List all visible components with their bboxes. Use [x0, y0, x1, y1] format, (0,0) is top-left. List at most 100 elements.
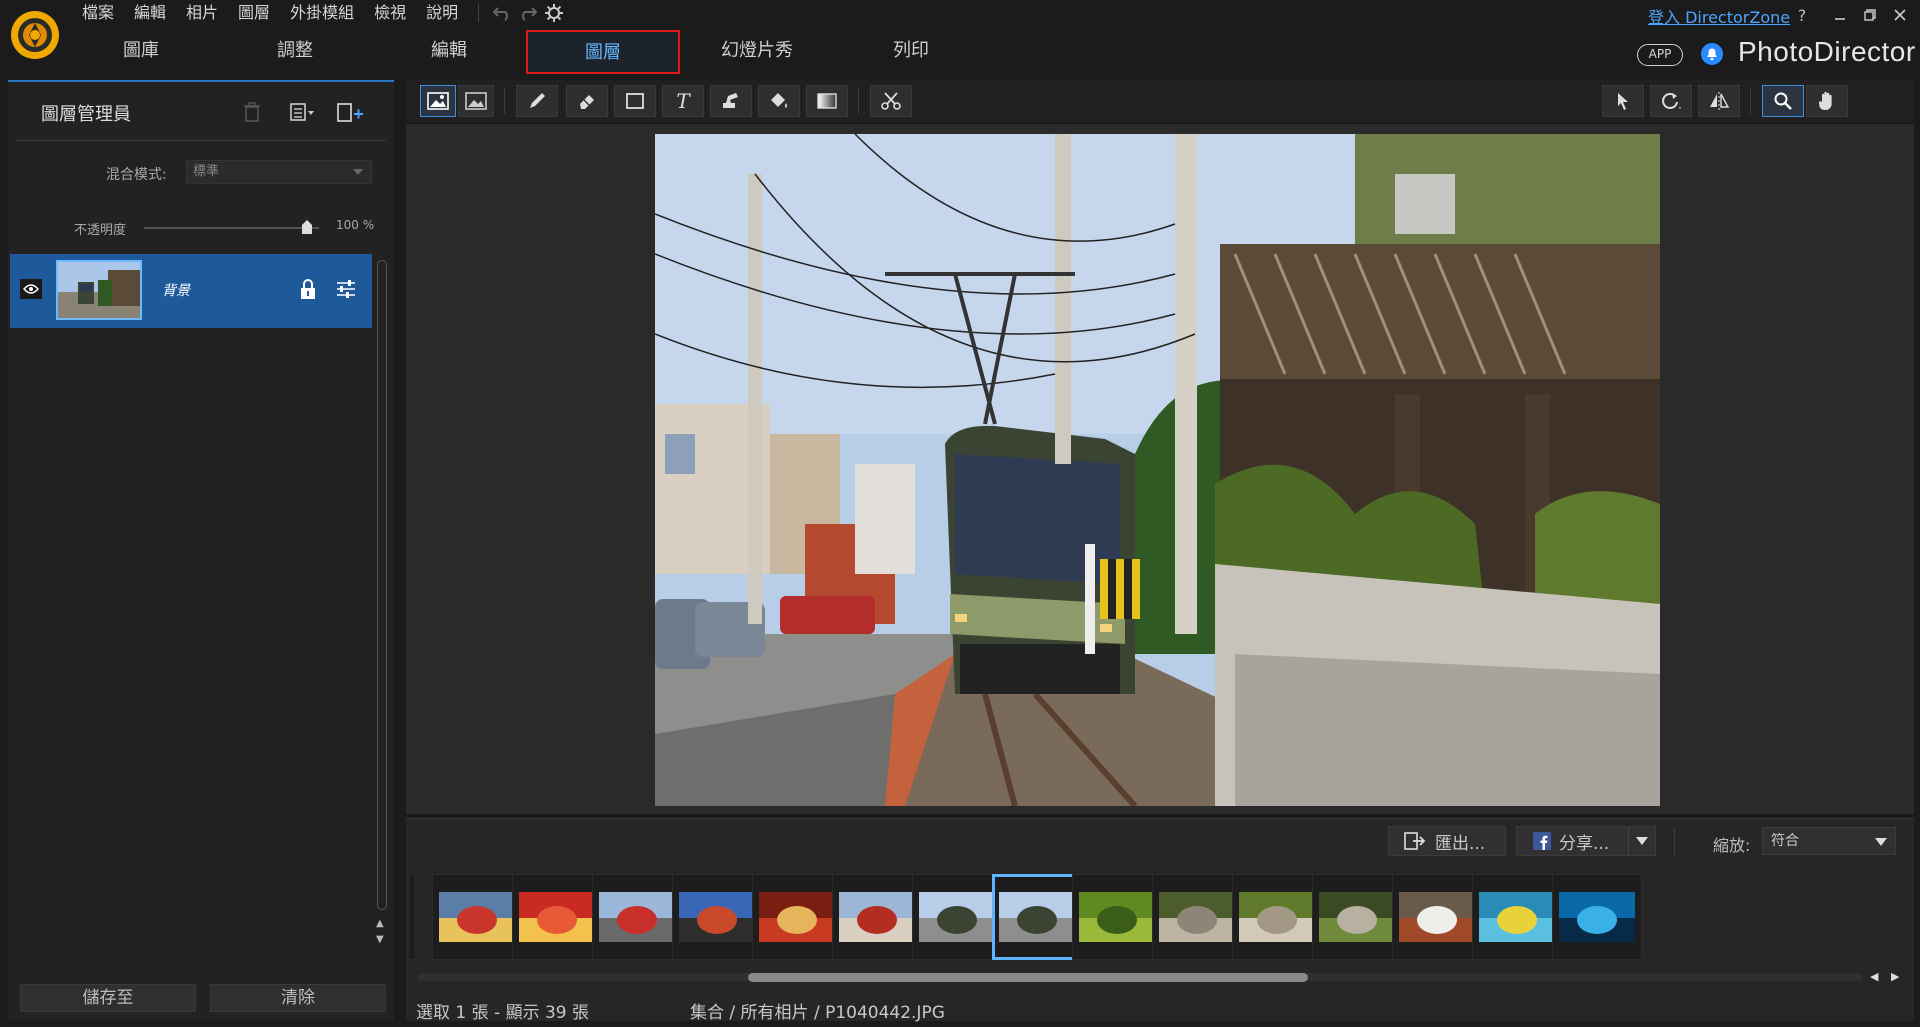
save-to-button[interactable]: 儲存至: [20, 984, 196, 1012]
brush-icon[interactable]: [516, 85, 558, 117]
menu-layer[interactable]: 圖層: [228, 0, 280, 26]
eye-visibility-icon[interactable]: [20, 279, 42, 299]
close-icon[interactable]: [1886, 3, 1914, 27]
main-photo-tram[interactable]: [655, 134, 1660, 806]
chevron-down-icon: [1875, 838, 1887, 846]
filmstrip-thumbnail-green-moss[interactable]: [1072, 874, 1162, 960]
menu-photo[interactable]: 相片: [176, 0, 228, 26]
app-badge[interactable]: APP: [1637, 44, 1683, 66]
blend-mode-dropdown[interactable]: 標準: [186, 160, 372, 184]
filmstrip-thumbnail-stone-statue[interactable]: [1232, 874, 1322, 960]
filmstrip-thumbnail-stone-statues[interactable]: [1152, 874, 1242, 960]
tab-layers[interactable]: 圖層: [526, 30, 680, 74]
tab-library[interactable]: 圖庫: [64, 30, 218, 74]
cut-out-tool-icon[interactable]: [870, 85, 912, 117]
gradient-icon[interactable]: [806, 85, 848, 117]
filmstrip-thumbnail-shrine-plaques[interactable]: [752, 874, 842, 960]
thumbnail-image: [759, 892, 835, 942]
layer-settings-sliders-icon[interactable]: [334, 278, 358, 300]
opacity-number: 100: [336, 218, 359, 232]
scroll-down-icon[interactable]: ▼: [376, 934, 384, 945]
clone-stamp-icon[interactable]: [710, 85, 752, 117]
redo-icon[interactable]: [515, 0, 541, 26]
menu-help[interactable]: 說明: [416, 0, 468, 26]
layer-row[interactable]: 背景: [10, 254, 372, 328]
filmstrip-thumbnail[interactable]: [410, 874, 416, 960]
thumbnail-image: [1079, 892, 1155, 942]
filmstrip-thumbnail-dragon-float[interactable]: [432, 874, 522, 960]
menu-plugins[interactable]: 外掛模組: [280, 0, 364, 26]
app-logo: [10, 10, 60, 60]
tab-slideshow[interactable]: 幻燈片秀: [680, 30, 834, 74]
brand-title: PhotoDirector: [1738, 36, 1916, 67]
layer-view-icon[interactable]: [420, 85, 456, 117]
export-icon: [1403, 831, 1427, 851]
thumbnail-image: [1399, 892, 1475, 942]
scroll-up-icon[interactable]: ▲: [376, 918, 384, 929]
filmstrip-thumbnail-fish-school[interactable]: [1472, 874, 1562, 960]
scroll-right-icon[interactable]: ▶: [1891, 970, 1899, 983]
thumbnail-image: [999, 892, 1075, 942]
layer-toolbar: T: [406, 80, 1914, 122]
restore-icon[interactable]: [1856, 3, 1884, 27]
menu-bar: 檔案 編輯 相片 圖層 外掛模組 檢視 說明: [72, 0, 567, 26]
menu-edit[interactable]: 編輯: [124, 0, 176, 26]
rotate-icon[interactable]: [1650, 85, 1692, 117]
text-tool-icon[interactable]: T: [662, 85, 704, 117]
minimize-icon[interactable]: [1826, 3, 1854, 27]
fill-bucket-icon[interactable]: [758, 85, 800, 117]
thumbnail-image: [679, 892, 755, 942]
module-tabs: 圖庫 調整 編輯 圖層 幻燈片秀 列印: [64, 30, 988, 74]
export-button[interactable]: 匯出...: [1388, 826, 1506, 856]
filmstrip-scrollbar-thumb[interactable]: [748, 973, 1308, 982]
toolbar-divider: [858, 88, 859, 114]
image-view-icon[interactable]: [458, 85, 494, 117]
notification-bell-icon[interactable]: [1700, 42, 1724, 66]
filmstrip-thumbnail-tram-street[interactable]: [912, 874, 1002, 960]
thumbnail-image: [439, 892, 515, 942]
layer-name: 背景: [162, 283, 190, 299]
thumbnail-image: [1239, 892, 1315, 942]
filmstrip-thumbnail-temple-street[interactable]: [592, 874, 682, 960]
filmstrip-thumbnail-red-lanterns[interactable]: [512, 874, 602, 960]
thumbnail-image: [919, 892, 995, 942]
tab-edit[interactable]: 編輯: [372, 30, 526, 74]
opacity-slider-handle[interactable]: [302, 220, 312, 234]
clear-button[interactable]: 清除: [210, 984, 386, 1012]
flip-icon[interactable]: [1698, 85, 1740, 117]
lock-icon[interactable]: [298, 278, 318, 300]
filmstrip-thumbnail-potted-plants[interactable]: [1312, 874, 1402, 960]
menu-view[interactable]: 檢視: [364, 0, 416, 26]
filmstrip-thumbnail-white-dog[interactable]: [1392, 874, 1482, 960]
filmstrip-thumbnail-tram-crossing[interactable]: [992, 874, 1082, 960]
opacity-unit: %: [362, 218, 375, 232]
pan-hand-icon[interactable]: [1806, 85, 1848, 117]
select-pointer-icon[interactable]: [1602, 85, 1644, 117]
rectangle-select-icon[interactable]: [614, 85, 656, 117]
add-layer-icon[interactable]: [336, 98, 364, 126]
login-directorzone-link[interactable]: 登入 DirectorZone: [1648, 4, 1790, 28]
undo-icon[interactable]: [489, 0, 515, 26]
help-button[interactable]: ?: [1788, 3, 1816, 27]
delete-layer-icon[interactable]: [238, 98, 266, 126]
zoom-dropdown[interactable]: 符合: [1762, 827, 1896, 855]
filmstrip-thumbnail-shopping-street[interactable]: [672, 874, 762, 960]
scroll-left-icon[interactable]: ◀: [1870, 970, 1878, 983]
selection-status: 選取 1 張 - 顯示 39 張: [416, 1003, 590, 1023]
thumbnail-image: [1159, 892, 1235, 942]
settings-gear-icon[interactable]: [541, 0, 567, 26]
chevron-down-icon: [353, 169, 363, 175]
opacity-slider-track[interactable]: [144, 227, 319, 229]
layer-options-icon[interactable]: [288, 98, 316, 126]
tab-adjust[interactable]: 調整: [218, 30, 372, 74]
panel-divider: [16, 140, 386, 141]
zoom-label: 縮放:: [1713, 836, 1751, 855]
menu-file[interactable]: 檔案: [72, 0, 124, 26]
tab-print[interactable]: 列印: [834, 30, 988, 74]
layer-list-scrollbar[interactable]: [377, 260, 387, 910]
filmstrip-thumbnail-red-temple-gate[interactable]: [832, 874, 922, 960]
filmstrip-thumbnail-aquarium-tunnel[interactable]: [1552, 874, 1642, 960]
zoom-magnifier-icon[interactable]: [1762, 85, 1804, 117]
eraser-icon[interactable]: [566, 85, 608, 117]
share-dropdown-chevron-icon[interactable]: [1628, 826, 1656, 856]
